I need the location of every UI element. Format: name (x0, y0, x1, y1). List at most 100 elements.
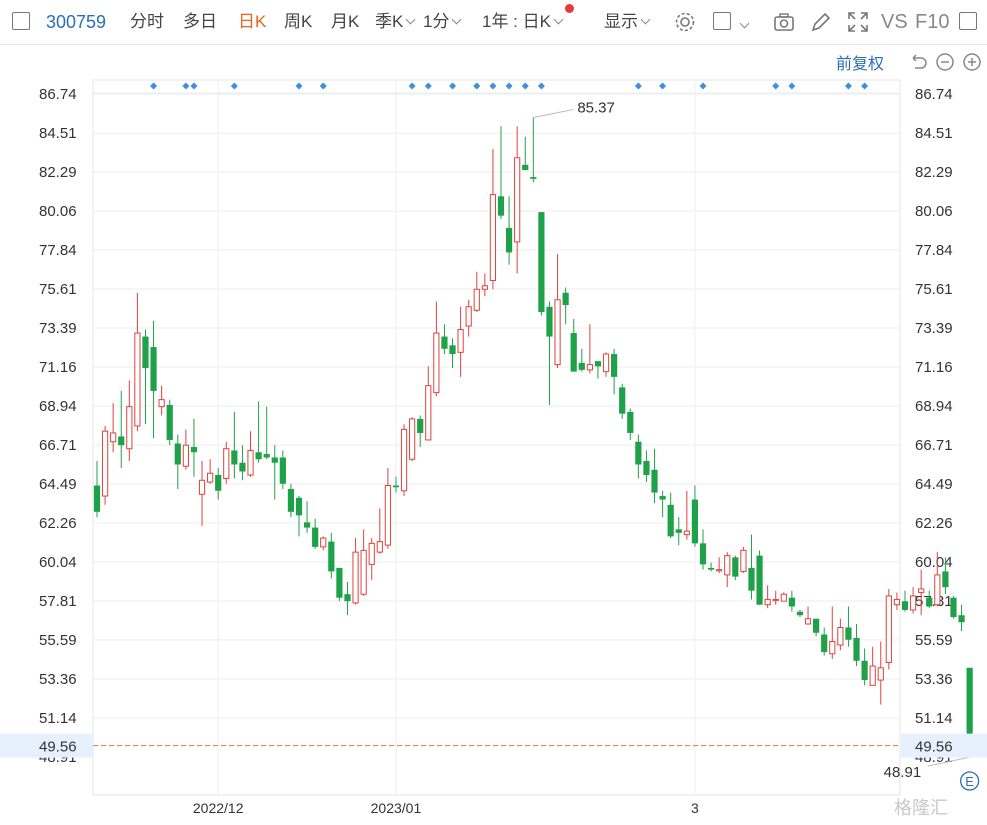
candle-body (619, 387, 626, 414)
plot-frame (92, 79, 901, 796)
y-tick-label-right: 66.71 (915, 437, 953, 454)
display-dropdown[interactable]: 显示 (604, 0, 651, 44)
y-tick-label-right: 77.84 (915, 242, 953, 259)
candle-body (352, 551, 359, 604)
event-marker (190, 82, 198, 90)
event-marker (772, 82, 780, 90)
event-marker (861, 82, 869, 90)
candle-body (829, 641, 836, 655)
candle-body (772, 598, 779, 602)
y-tick-label-right: 51.14 (915, 710, 953, 727)
y-tick-label-left: 64.49 (39, 476, 77, 493)
candle-body (473, 288, 480, 311)
candle-body (295, 497, 303, 516)
y-tick-label-right: 86.74 (915, 86, 953, 103)
candle-body (578, 362, 585, 370)
pencil-icon[interactable] (809, 10, 833, 34)
chevron-down-icon (452, 14, 462, 25)
minute-dropdown[interactable]: 1分 (423, 0, 462, 44)
candle-body (699, 543, 707, 565)
candle-body (594, 361, 602, 367)
candle-body (174, 443, 181, 465)
candle-body (877, 667, 884, 681)
candle-body (514, 157, 521, 243)
y-tick-label-left: 62.26 (39, 515, 77, 532)
candle-body (93, 485, 101, 512)
candle-body (804, 618, 812, 625)
candle-body (392, 485, 400, 488)
checkbox-icon[interactable] (713, 12, 731, 30)
tab-weekly-k[interactable]: 周K (284, 0, 312, 44)
candle-body (675, 529, 682, 533)
event-marker (634, 82, 642, 90)
event-marker (699, 82, 707, 90)
chevron-down-icon (405, 14, 416, 25)
y-tick-label-right: 60.04 (915, 554, 953, 571)
range-dropdown[interactable]: 1年 : 日K (482, 0, 564, 44)
y-tick-label-right: 53.36 (915, 671, 953, 688)
candle-body (312, 527, 319, 547)
y-tick-label-left: 73.39 (39, 320, 77, 337)
panel-toggle-icon[interactable] (959, 12, 977, 30)
season-k-dropdown[interactable]: 季K (375, 0, 416, 44)
candle-body (853, 638, 860, 661)
candle-body (441, 336, 448, 349)
candle-body (279, 457, 286, 484)
candle-body (748, 567, 755, 591)
candlestick-chart[interactable]: 86.74 86.74 84.51 84.51 82.29 82.29 80.06 80.06… (0, 44, 987, 825)
event-marker (473, 82, 481, 90)
y-tick-label-right: 68.94 (915, 398, 953, 415)
candle-body (465, 306, 472, 327)
candle-body (489, 194, 497, 281)
event-marker (489, 82, 497, 90)
gear-icon[interactable] (673, 10, 697, 34)
y-tick-label-left: 55.59 (39, 632, 77, 649)
candle-body (546, 306, 553, 337)
event-marker (537, 82, 545, 90)
x-tick-label: 2023/01 (371, 800, 422, 816)
candle-body (934, 574, 941, 606)
y-tick-label-left: 60.04 (39, 554, 77, 571)
max-label: 85.37 (577, 99, 615, 116)
candle-body (942, 571, 949, 588)
candle-body (110, 432, 117, 443)
candle-body (627, 411, 634, 433)
candle-body (134, 332, 141, 427)
candle-body (562, 292, 569, 306)
candle-body (724, 555, 731, 576)
chevron-down-icon (640, 14, 651, 25)
tab-multiday[interactable]: 多日 (183, 0, 217, 44)
y-tick-label-left: 75.61 (39, 281, 77, 298)
y-tick-label-left: 68.94 (39, 398, 77, 415)
candle-body (732, 557, 739, 577)
event-marker (521, 82, 529, 90)
candle-body (400, 428, 408, 492)
event-marker (182, 82, 190, 90)
candle-body (368, 542, 375, 565)
f10-button[interactable]: F10 (915, 0, 949, 44)
fullscreen-icon[interactable] (846, 10, 870, 34)
candle-body (303, 522, 311, 528)
candle-body (966, 667, 973, 745)
candle-body (433, 332, 440, 394)
candle-body (651, 469, 658, 493)
y-tick-label-right: 71.16 (915, 359, 953, 376)
candle-body (198, 479, 206, 495)
tab-daily-k[interactable]: 日K (238, 0, 266, 44)
candle-body (449, 345, 456, 355)
stock-code: 300759 (46, 12, 107, 32)
candle-body (845, 627, 852, 640)
vs-button[interactable]: VS (881, 0, 908, 44)
candle-body (223, 448, 230, 480)
tab-monthly-k[interactable]: 月K (331, 0, 359, 44)
candle-body (756, 555, 763, 605)
camera-icon[interactable] (772, 10, 796, 34)
candle-body (861, 660, 868, 681)
y-tick-label-left: 57.81 (39, 593, 77, 610)
chevron-down-icon[interactable] (739, 18, 750, 29)
candle-body (239, 462, 246, 472)
y-tick-label-left: 77.84 (39, 242, 77, 259)
tab-intraday[interactable]: 分时 (130, 0, 164, 44)
candle-body (570, 333, 577, 372)
sidebar-toggle-icon[interactable] (12, 12, 30, 30)
